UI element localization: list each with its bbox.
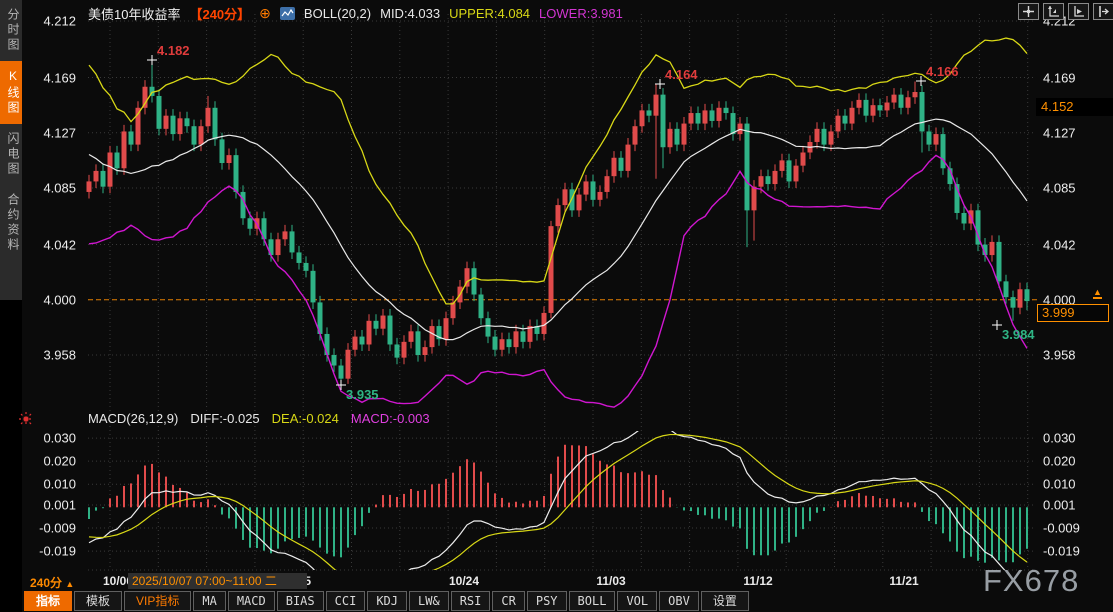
price-annotation-low: 3.984 [1002, 327, 1035, 342]
main-axis-label-right: 4.085 [1043, 180, 1091, 195]
boll-upper-value: UPPER:4.084 [449, 6, 530, 21]
last-price-tag: 4.152 [1036, 98, 1113, 116]
line-chart-icon[interactable] [280, 7, 295, 20]
indicator-tab-PSY[interactable]: PSY [527, 591, 567, 611]
period-tag: 【240分】 [189, 4, 250, 23]
indicator-tab-VIP指标[interactable]: VIP指标 [124, 591, 191, 611]
main-axis-label-left: 4.085 [28, 180, 76, 195]
macd-dea-value: DEA:-0.024 [272, 411, 339, 426]
macd-axis-label-left: -0.009 [28, 521, 76, 536]
compare-add-icon[interactable]: ⊕ [259, 5, 271, 22]
price-annotation-high: 4.164 [665, 67, 698, 82]
current-price-box: 3.999 [1037, 304, 1109, 322]
macd-axis-label-left: 0.020 [28, 454, 76, 469]
indicator-tab-BOLL[interactable]: BOLL [569, 591, 616, 611]
boll-formula-label: BOLL(20,2) [304, 6, 371, 21]
indicator-tab-RSI[interactable]: RSI [451, 591, 491, 611]
macd-axis-label-right: -0.009 [1043, 521, 1091, 536]
macd-axis-label-right: 0.030 [1043, 431, 1091, 446]
axis-scale-left-icon[interactable] [1043, 3, 1064, 20]
indicator-tab-CCI[interactable]: CCI [326, 591, 366, 611]
indicator-tab-模板[interactable]: 模板 [74, 591, 122, 611]
indicator-tab-指标[interactable]: 指标 [24, 591, 72, 611]
date-tick: 11/21 [889, 574, 918, 588]
chart-header: 美债10年收益率 【240分】 ⊕ BOLL(20,2) MID:4.033 U… [88, 4, 623, 22]
indicator-tab-OBV[interactable]: OBV [659, 591, 699, 611]
main-axis-label-right: 4.169 [1043, 70, 1091, 85]
price-annotation-low: 3.935 [346, 387, 379, 402]
macd-axis-label-right: 0.001 [1043, 497, 1091, 512]
indicator-tab-BIAS[interactable]: BIAS [277, 591, 324, 611]
main-axis-label-left: 4.127 [28, 125, 76, 140]
price-arrow-icon: ▲ [1093, 288, 1102, 299]
macd-diff-value: DIFF:-0.025 [190, 411, 259, 426]
macd-axis-label-left: -0.019 [28, 544, 76, 559]
indicator-tab-CR[interactable]: CR [492, 591, 524, 611]
main-axis-label-right: 3.958 [1043, 347, 1091, 362]
macd-macd-value: MACD:-0.003 [351, 411, 430, 426]
period-selector[interactable]: 240分 ▲ [30, 574, 74, 591]
macd-header: MACD(26,12,9) DIFF:-0.025 DEA:-0.024 MAC… [88, 411, 430, 426]
date-tick: 11/03 [596, 574, 625, 588]
main-axis-label-right: 4.042 [1043, 237, 1091, 252]
macd-axis-label-right: -0.019 [1043, 544, 1091, 559]
price-annotation-high: 4.182 [157, 43, 190, 58]
main-axis-label-left: 4.212 [28, 14, 76, 29]
indicator-tab-KDJ[interactable]: KDJ [367, 591, 407, 611]
indicator-tab-MACD[interactable]: MACD [228, 591, 275, 611]
main-axis-label-right: 4.127 [1043, 125, 1091, 140]
symbol-title: 美债10年收益率 [88, 4, 180, 23]
watermark: FX678 [983, 563, 1079, 599]
hovered-candle-info: 2025/10/07 07:00~11:00 二 [128, 573, 307, 589]
main-axis-label-left: 4.000 [28, 292, 76, 307]
macd-axis-label-right: 0.010 [1043, 477, 1091, 492]
alert-burst-icon[interactable] [18, 411, 34, 432]
boll-lower-value: LOWER:3.981 [539, 6, 623, 21]
indicator-tab-MA[interactable]: MA [193, 591, 225, 611]
main-axis-label-left: 3.958 [28, 347, 76, 362]
main-axis-label-left: 4.042 [28, 237, 76, 252]
boll-mid-value: MID:4.033 [380, 6, 440, 21]
indicator-toolbar: 指标模板VIP指标MAMACDBIASCCIKDJLW&RSICRPSYBOLL… [24, 591, 751, 611]
date-tick: 10/24 [449, 574, 479, 588]
move-crosshair-icon[interactable] [1018, 3, 1039, 20]
macd-axis-label-left: 0.001 [28, 497, 76, 512]
chart-toolbar [1018, 3, 1113, 20]
date-tick: 11/12 [743, 574, 772, 588]
macd-axis-label-right: 0.020 [1043, 454, 1091, 469]
macd-formula-label: MACD(26,12,9) [88, 411, 178, 426]
macd-axis-label-left: 0.030 [28, 431, 76, 446]
main-axis-label-left: 4.169 [28, 70, 76, 85]
indicator-tab-设置[interactable]: 设置 [701, 591, 749, 611]
pan-right-icon[interactable] [1093, 3, 1113, 20]
price-annotation-high: 4.166 [926, 64, 959, 79]
time-axis: 240分 ▲ 10/0610/1510/2411/0311/1211/21 20… [0, 572, 1113, 590]
indicator-tab-VOL[interactable]: VOL [617, 591, 657, 611]
chart-canvas[interactable] [0, 0, 1113, 612]
axis-play-icon[interactable] [1068, 3, 1089, 20]
macd-axis-label-left: 0.010 [28, 477, 76, 492]
indicator-tab-LW&[interactable]: LW& [409, 591, 449, 611]
